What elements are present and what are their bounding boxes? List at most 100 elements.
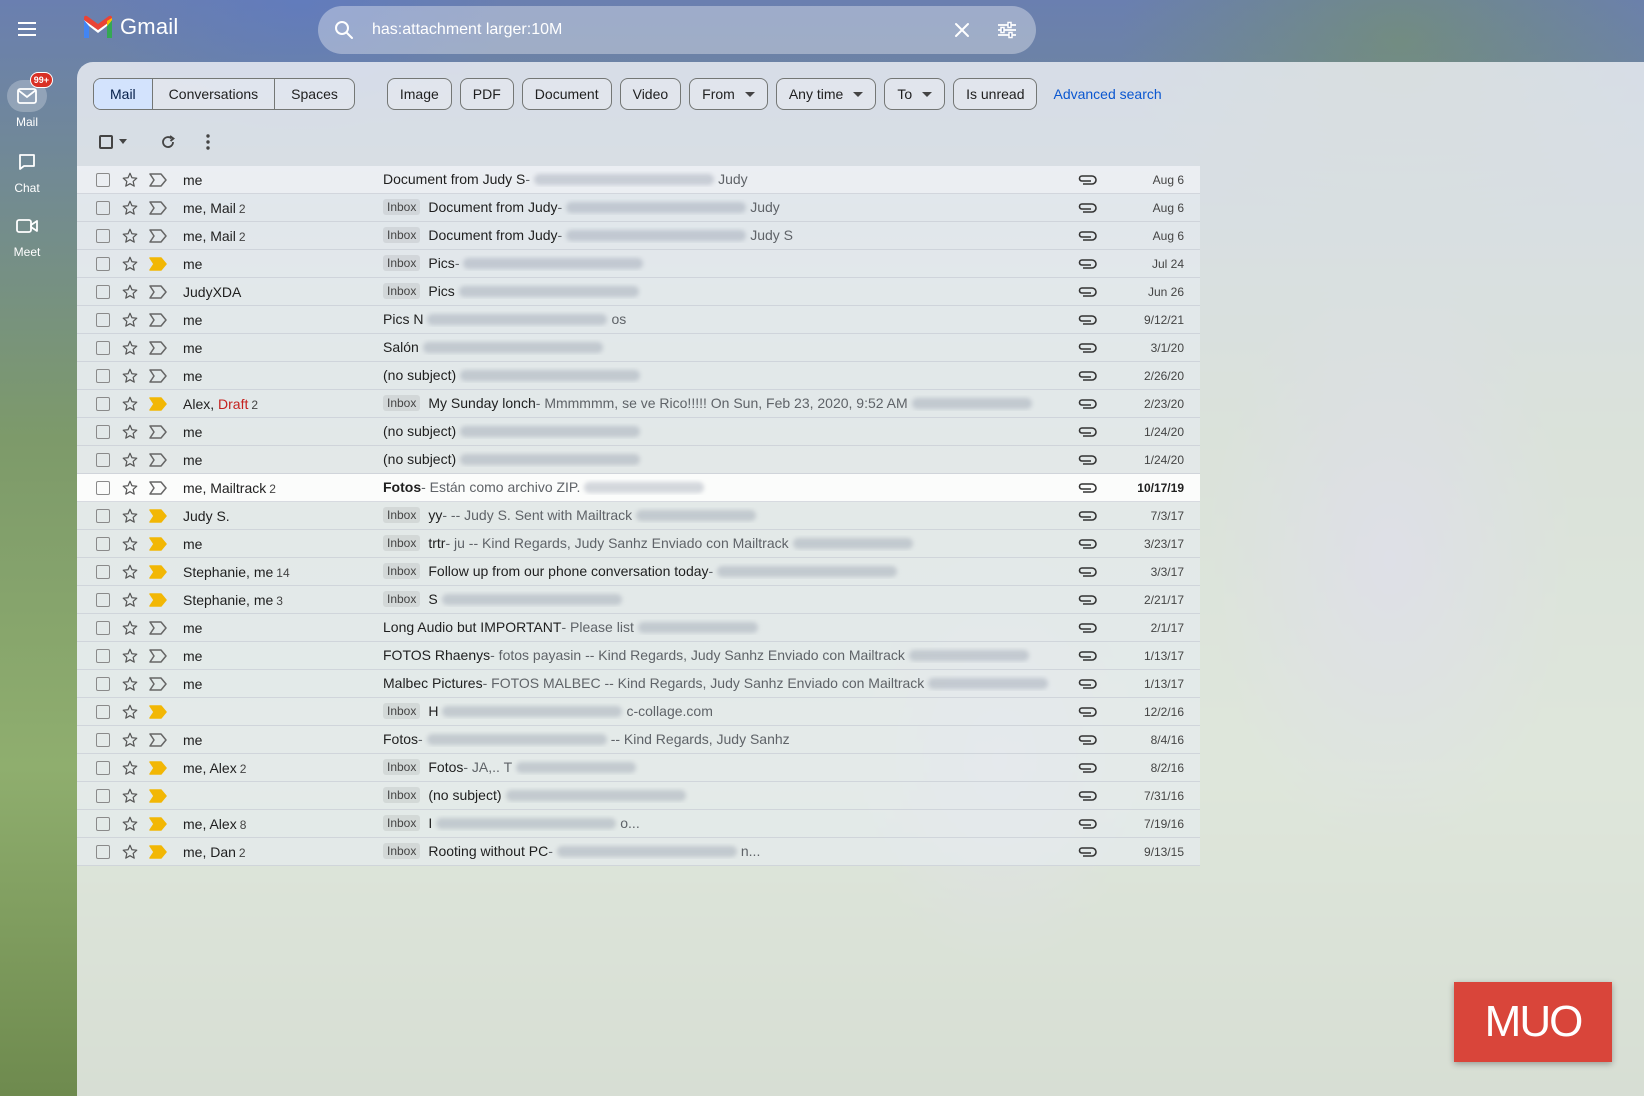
row-checkbox[interactable] (96, 733, 110, 747)
star-icon[interactable] (121, 367, 139, 385)
main-menu-button[interactable] (10, 12, 44, 46)
star-icon[interactable] (121, 675, 139, 693)
important-marker-icon[interactable] (149, 257, 167, 271)
row-checkbox[interactable] (96, 761, 110, 775)
search-icon[interactable] (334, 20, 354, 40)
star-icon[interactable] (121, 647, 139, 665)
row-checkbox[interactable] (96, 313, 110, 327)
row-checkbox[interactable] (96, 789, 110, 803)
gmail-logo[interactable]: Gmail (82, 14, 178, 40)
table-row[interactable]: me, Dan 2 Inbox Rooting without PC - n... 9/… (77, 838, 1200, 866)
star-icon[interactable] (121, 703, 139, 721)
inbox-label[interactable]: Inbox (383, 283, 421, 299)
row-checkbox[interactable] (96, 425, 110, 439)
star-icon[interactable] (121, 255, 139, 273)
nav-mail[interactable]: 99+ Mail (0, 72, 54, 129)
table-row[interactable]: me Malbec Pictures - FOTOS MALBEC -- Kind… (77, 670, 1200, 698)
table-row[interactable]: me, Mail 2 Inbox Document from Judy - Judy A… (77, 194, 1200, 222)
row-checkbox[interactable] (96, 677, 110, 691)
important-marker-icon[interactable] (149, 705, 167, 719)
inbox-label[interactable]: Inbox (383, 563, 421, 579)
table-row[interactable]: Judy S. Inbox yy - -- Judy S. Sent with Ma… (77, 502, 1200, 530)
inbox-label[interactable]: Inbox (383, 507, 421, 523)
important-marker-icon[interactable] (149, 453, 167, 467)
inbox-label[interactable]: Inbox (383, 255, 421, 271)
important-marker-icon[interactable] (149, 845, 167, 859)
row-checkbox[interactable] (96, 481, 110, 495)
star-icon[interactable] (121, 759, 139, 777)
inbox-label[interactable]: Inbox (383, 815, 421, 831)
select-all-checkbox[interactable] (93, 126, 133, 158)
table-row[interactable]: me Salón 3/1/20 (77, 334, 1200, 362)
important-marker-icon[interactable] (149, 677, 167, 691)
row-checkbox[interactable] (96, 593, 110, 607)
chip-pdf[interactable]: PDF (459, 78, 514, 110)
table-row[interactable]: me FOTOS Rhaenys - fotos payasin -- Kind … (77, 642, 1200, 670)
row-checkbox[interactable] (96, 201, 110, 215)
star-icon[interactable] (121, 339, 139, 357)
important-marker-icon[interactable] (149, 369, 167, 383)
row-checkbox[interactable] (96, 229, 110, 243)
star-icon[interactable] (121, 283, 139, 301)
row-checkbox[interactable] (96, 565, 110, 579)
star-icon[interactable] (121, 591, 139, 609)
star-icon[interactable] (121, 815, 139, 833)
star-icon[interactable] (121, 731, 139, 749)
star-icon[interactable] (121, 479, 139, 497)
important-marker-icon[interactable] (149, 397, 167, 411)
row-checkbox[interactable] (96, 817, 110, 831)
important-marker-icon[interactable] (149, 817, 167, 831)
search-options-icon[interactable] (996, 20, 1018, 40)
table-row[interactable]: me (no subject) 1/24/20 (77, 446, 1200, 474)
inbox-label[interactable]: Inbox (383, 535, 421, 551)
chip-to-dropdown[interactable]: To (884, 78, 946, 110)
row-checkbox[interactable] (96, 397, 110, 411)
important-marker-icon[interactable] (149, 509, 167, 523)
important-marker-icon[interactable] (149, 285, 167, 299)
important-marker-icon[interactable] (149, 313, 167, 327)
star-icon[interactable] (121, 395, 139, 413)
row-checkbox[interactable] (96, 509, 110, 523)
important-marker-icon[interactable] (149, 789, 167, 803)
star-icon[interactable] (121, 563, 139, 581)
inbox-label[interactable]: Inbox (383, 787, 421, 803)
star-icon[interactable] (121, 843, 139, 861)
chip-from-dropdown[interactable]: From (689, 78, 768, 110)
chip-video[interactable]: Video (619, 78, 682, 110)
chip-document[interactable]: Document (521, 78, 612, 110)
inbox-label[interactable]: Inbox (383, 395, 421, 411)
row-checkbox[interactable] (96, 537, 110, 551)
row-checkbox[interactable] (96, 369, 110, 383)
table-row[interactable]: me, Alex 2 Inbox Fotos - JA,.. T 8/2/16 (77, 754, 1200, 782)
segment-spaces[interactable]: Spaces (275, 79, 354, 109)
nav-meet[interactable]: Meet (0, 210, 54, 259)
nav-chat[interactable]: Chat (0, 146, 54, 195)
row-checkbox[interactable] (96, 845, 110, 859)
important-marker-icon[interactable] (149, 481, 167, 495)
important-marker-icon[interactable] (149, 425, 167, 439)
star-icon[interactable] (121, 507, 139, 525)
row-checkbox[interactable] (96, 649, 110, 663)
important-marker-icon[interactable] (149, 733, 167, 747)
star-icon[interactable] (121, 423, 139, 441)
table-row[interactable]: me Inbox Pics - Jul 24 (77, 250, 1200, 278)
important-marker-icon[interactable] (149, 201, 167, 215)
row-checkbox[interactable] (96, 285, 110, 299)
row-checkbox[interactable] (96, 173, 110, 187)
row-checkbox[interactable] (96, 453, 110, 467)
inbox-label[interactable]: Inbox (383, 843, 421, 859)
close-icon[interactable] (952, 20, 972, 40)
important-marker-icon[interactable] (149, 649, 167, 663)
table-row[interactable]: me, Mail 2 Inbox Document from Judy - Judy … (77, 222, 1200, 250)
important-marker-icon[interactable] (149, 621, 167, 635)
inbox-label[interactable]: Inbox (383, 227, 421, 243)
table-row[interactable]: me Fotos - -- Kind Regards, Judy Sanhz 8/4… (77, 726, 1200, 754)
row-checkbox[interactable] (96, 257, 110, 271)
star-icon[interactable] (121, 171, 139, 189)
table-row[interactable]: Inbox (no subject) 7/31/16 (77, 782, 1200, 810)
table-row[interactable]: Stephanie, me 3 Inbox S 2/21/17 (77, 586, 1200, 614)
star-icon[interactable] (121, 311, 139, 329)
chip-image[interactable]: Image (386, 78, 452, 110)
row-checkbox[interactable] (96, 341, 110, 355)
important-marker-icon[interactable] (149, 565, 167, 579)
